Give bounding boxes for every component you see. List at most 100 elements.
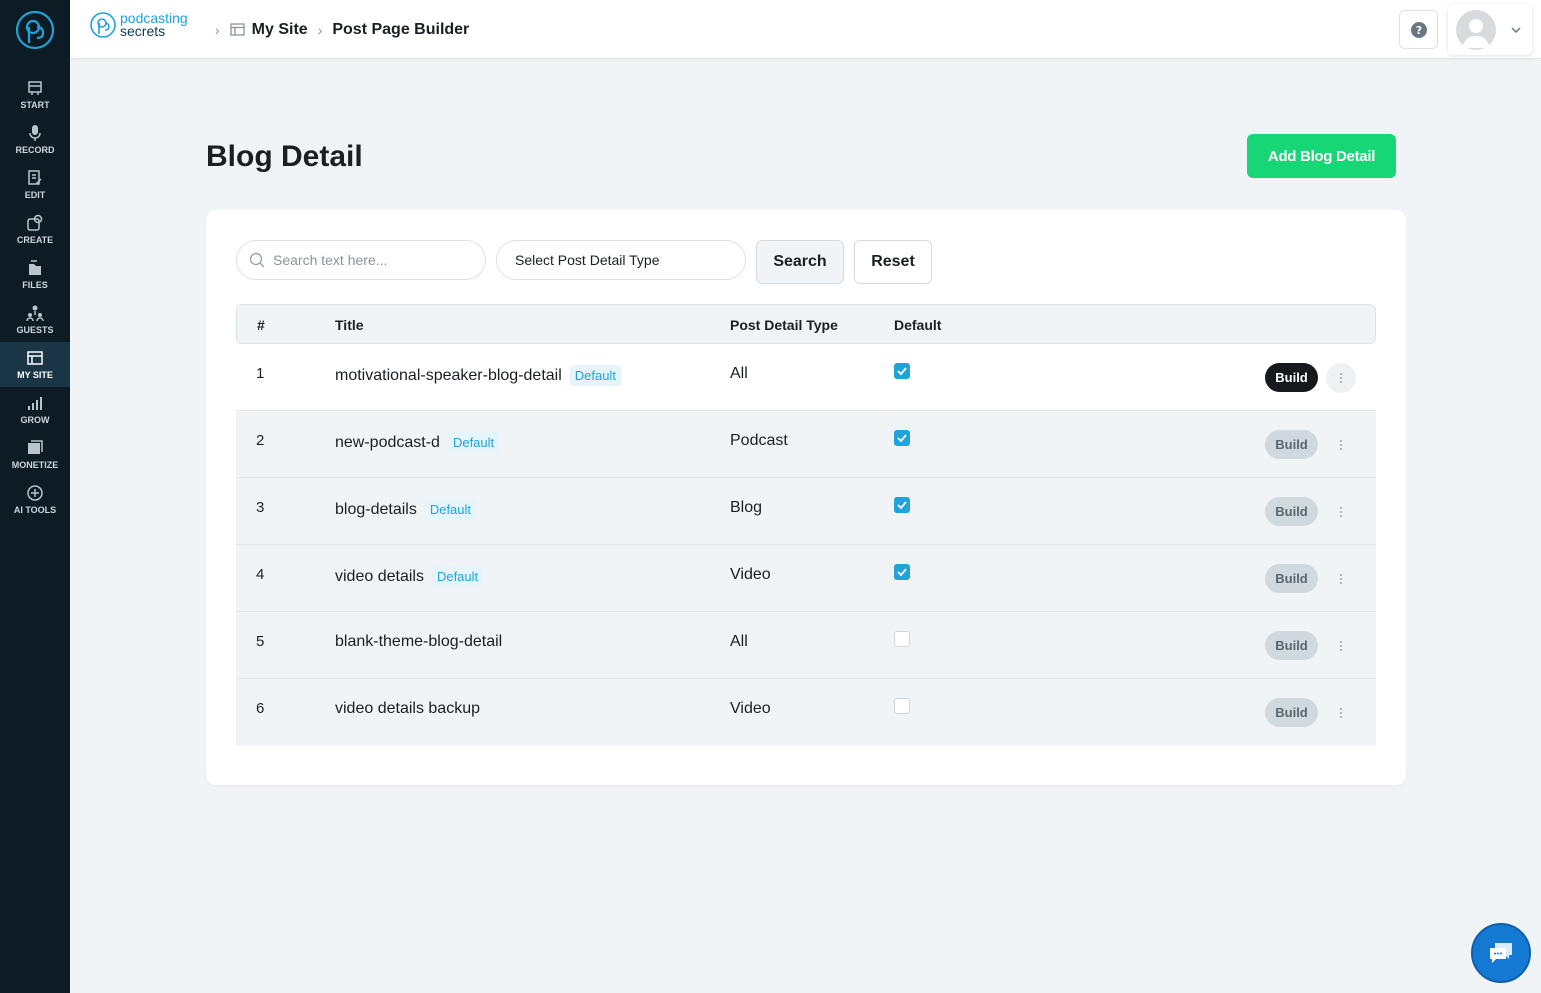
chevron-right-icon: › [317, 21, 323, 38]
brand-line-2: secrets [120, 23, 166, 39]
browser-window-icon [230, 23, 245, 36]
sidebar-item-label: EDIT [24, 190, 46, 200]
build-button[interactable]: Build [1265, 497, 1318, 526]
start-icon [28, 81, 42, 95]
sidebar-item-record[interactable]: RECORD [0, 117, 70, 162]
column-header-default[interactable]: Default [894, 317, 941, 333]
sidebar-item-label: MY SITE [17, 370, 53, 380]
app-logo-icon[interactable] [15, 10, 55, 50]
search-field[interactable] [236, 240, 486, 280]
row-type: Video [730, 700, 771, 717]
avatar [1456, 9, 1496, 50]
row-number: 1 [256, 365, 265, 382]
row-type: Video [730, 566, 771, 583]
default-tag: Default [424, 499, 477, 520]
sidebar-item-start[interactable]: START [0, 72, 70, 117]
more-options-button[interactable] [1326, 564, 1356, 594]
row-title-text: new-podcast-d [335, 433, 440, 451]
files-icon [29, 260, 41, 275]
sidebar-item-guests[interactable]: GUESTS [0, 297, 70, 342]
page-title: Blog Detail [206, 140, 363, 173]
sidebar-nav: START RECORD EDIT CREATE FILES GUESTS MY… [0, 72, 70, 522]
row-title-text: blank-theme-blog-detail [335, 633, 503, 650]
breadcrumb-my-site[interactable]: My Site [252, 21, 308, 39]
search-icon [249, 252, 265, 268]
user-avatar-icon [1462, 18, 1490, 48]
default-tag: Default [431, 566, 484, 587]
table-body: 1 motivational-speaker-blog-detail Defau… [236, 344, 1376, 746]
build-button[interactable]: Build [1265, 698, 1318, 727]
sidebar-item-label: FILES [22, 280, 48, 290]
build-button[interactable]: Build [1265, 430, 1318, 459]
check-icon [897, 434, 907, 443]
row-title-text: video details [335, 567, 424, 585]
table-row: 5 blank-theme-blog-detail All Build [236, 612, 1376, 679]
sidebar-item-files[interactable]: FILES [0, 252, 70, 297]
table-row: 3 blog-details Default Blog Build [236, 478, 1376, 545]
chat-icon [1490, 943, 1512, 963]
breadcrumb: › My Site › Post Page Builder [205, 0, 469, 59]
table-row: 4 video details Default Video Build [236, 545, 1376, 612]
more-vertical-icon [1340, 507, 1342, 517]
sidebar-item-label: RECORD [15, 145, 55, 155]
add-blog-detail-button[interactable]: Add Blog Detail [1247, 134, 1396, 178]
sidebar-item-label: START [20, 100, 50, 110]
sidebar-item-label: AI TOOLS [13, 505, 57, 515]
sidebar-item-create[interactable]: CREATE [0, 207, 70, 252]
table-row: 2 new-podcast-d Default Podcast Build [236, 411, 1376, 478]
row-title-text: blog-details [335, 500, 417, 518]
row-number: 5 [256, 633, 265, 650]
row-title: blog-details Default [335, 499, 477, 520]
user-menu[interactable] [1448, 4, 1532, 55]
create-icon [27, 214, 43, 231]
more-options-button[interactable] [1326, 497, 1356, 527]
build-button[interactable]: Build [1265, 631, 1318, 660]
sidebar: START RECORD EDIT CREATE FILES GUESTS MY… [0, 0, 70, 993]
reset-button[interactable]: Reset [854, 240, 932, 284]
default-tag: Default [569, 365, 621, 386]
check-icon [897, 367, 907, 376]
default-checkbox[interactable] [894, 631, 910, 647]
more-options-button[interactable] [1326, 430, 1356, 460]
brand-logo-icon [90, 12, 116, 38]
growth-chart-icon [28, 397, 42, 410]
sidebar-item-ai-tools[interactable]: AI TOOLS [0, 477, 70, 522]
row-number: 4 [256, 566, 265, 583]
help-button[interactable]: ? [1399, 10, 1438, 49]
chevron-right-icon: › [215, 21, 220, 38]
build-button[interactable]: Build [1265, 363, 1318, 392]
chat-button[interactable] [1471, 923, 1531, 983]
more-vertical-icon [1340, 641, 1342, 651]
build-button[interactable]: Build [1265, 564, 1318, 593]
breadcrumb-post-page-builder: Post Page Builder [332, 20, 470, 38]
more-options-button[interactable] [1326, 363, 1356, 393]
post-detail-type-select[interactable]: Select Post Detail Type [496, 240, 746, 280]
column-header-type[interactable]: Post Detail Type [730, 317, 838, 333]
row-type: Podcast [730, 432, 788, 449]
sidebar-item-label: GROW [20, 415, 50, 425]
sidebar-item-edit[interactable]: EDIT [0, 162, 70, 207]
sidebar-item-grow[interactable]: GROW [0, 387, 70, 432]
search-input[interactable] [273, 252, 473, 268]
chevron-down-icon [1511, 26, 1521, 33]
row-number: 6 [256, 700, 265, 717]
column-header-title[interactable]: Title [335, 317, 364, 333]
more-vertical-icon [1340, 373, 1342, 383]
microphone-icon [29, 125, 41, 141]
row-type: All [730, 365, 748, 382]
edit-icon [28, 170, 42, 185]
default-checkbox[interactable] [894, 363, 910, 379]
check-icon [897, 568, 907, 577]
sidebar-item-monetize[interactable]: MONETIZE [0, 432, 70, 477]
default-checkbox[interactable] [894, 430, 910, 446]
default-checkbox[interactable] [894, 497, 910, 513]
default-checkbox[interactable] [894, 564, 910, 580]
brand-logo[interactable]: podcasting secrets [90, 11, 188, 39]
sidebar-item-my-site[interactable]: MY SITE [0, 342, 70, 387]
default-checkbox[interactable] [894, 698, 910, 714]
row-number: 2 [256, 432, 265, 449]
search-button[interactable]: Search [756, 240, 844, 284]
row-title: video details Default [335, 566, 484, 587]
more-options-button[interactable] [1326, 631, 1356, 661]
more-options-button[interactable] [1326, 698, 1356, 728]
